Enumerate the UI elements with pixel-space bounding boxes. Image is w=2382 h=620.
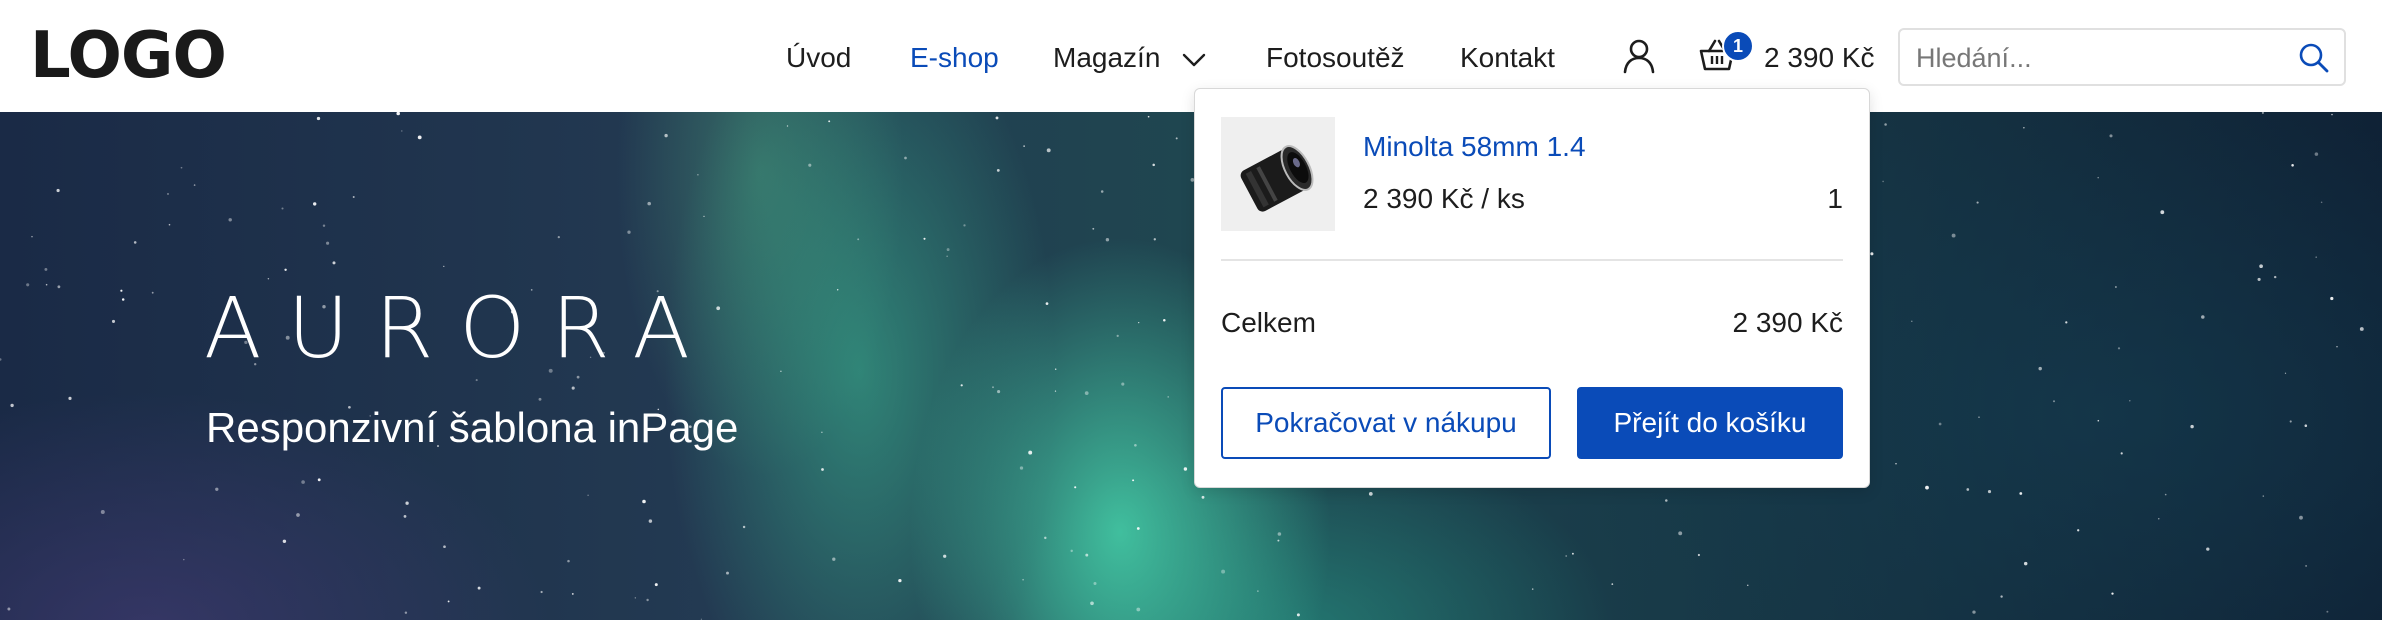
cart-total-value: 2 390 Kč [1732, 307, 1843, 338]
logo[interactable]: LOGO [30, 22, 227, 90]
user-icon[interactable] [1622, 38, 1656, 74]
hero-banner: AURORA Responzivní šablona inPage [0, 112, 2382, 620]
search-input[interactable] [1914, 38, 2278, 78]
product-thumbnail[interactable] [1221, 117, 1335, 231]
nav-item-magazin-label: Magazín [1053, 42, 1161, 73]
nav-item-kontakt[interactable]: Kontakt [1460, 36, 1555, 80]
cart-item-quantity: 1 [1827, 183, 1843, 214]
search-box [1898, 28, 2346, 86]
cart-item-price: 2 390 Kč / ks [1363, 183, 1525, 214]
nav-item-uvod[interactable]: Úvod [786, 36, 851, 80]
cart-dropdown: Minolta 58mm 1.4 2 390 Kč / ks 1 Celkem … [1194, 88, 1870, 488]
cart-total[interactable]: 2 390 Kč [1764, 36, 1875, 80]
cart-count-badge: 1 [1722, 30, 1754, 62]
continue-shopping-button[interactable]: Pokračovat v nákupu [1221, 387, 1551, 459]
cart-item-name[interactable]: Minolta 58mm 1.4 [1363, 127, 1586, 167]
nav-item-fotosoutez[interactable]: Fotosoutěž [1266, 36, 1405, 80]
hero-title: AURORA [204, 279, 716, 377]
search-icon[interactable] [2298, 42, 2330, 74]
go-to-cart-button[interactable]: Přejít do košíku [1577, 387, 1843, 459]
site-header: LOGO Úvod E-shop Magazín Fotosoutěž Kont… [0, 0, 2382, 112]
hero-subtitle: Responzivní šablona inPage [206, 404, 739, 451]
cart-total-label: Celkem [1221, 307, 1316, 338]
nav-item-magazin[interactable]: Magazín [1053, 36, 1206, 80]
divider [1221, 259, 1843, 261]
chevron-down-icon [1182, 53, 1206, 67]
nav-item-eshop[interactable]: E-shop [910, 36, 999, 80]
